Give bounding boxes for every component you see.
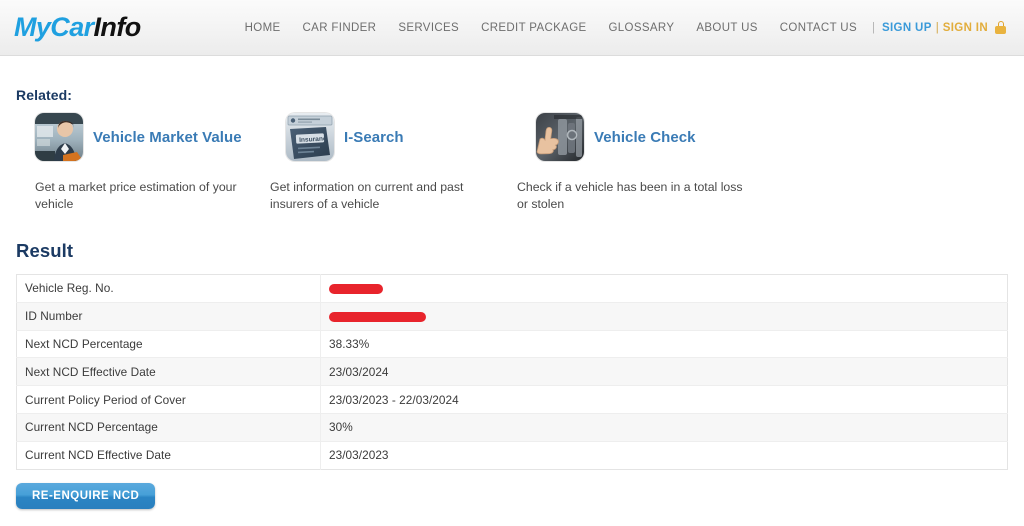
nav-home[interactable]: HOME (234, 18, 292, 38)
page-content: Related: Vehicle Market Value Get a mark… (0, 87, 1024, 509)
site-header: MyCarInfo HOME CAR FINDER SERVICES CREDI… (0, 0, 1024, 56)
thumbs-up-engine-icon[interactable] (536, 113, 584, 161)
row-value-current-ncd-effective-date: 23/03/2023 (320, 441, 1008, 470)
table-row: Vehicle Reg. No. (16, 274, 1008, 303)
nav-separator: | (871, 21, 875, 34)
table-row: Current NCD Percentage 30% (16, 413, 1008, 442)
row-value-id-number (320, 302, 1008, 331)
main-navigation: HOME CAR FINDER SERVICES CREDIT PACKAGE … (234, 18, 1012, 38)
re-enquire-ncd-button[interactable]: RE-ENQUIRE NCD (16, 482, 156, 509)
nav-car-finder[interactable]: CAR FINDER (292, 18, 388, 38)
row-label-vehicle-reg-no: Vehicle Reg. No. (16, 274, 321, 303)
row-label-current-ncd-percentage: Current NCD Percentage (16, 413, 321, 442)
site-logo[interactable]: MyCarInfo (14, 14, 141, 41)
row-label-current-policy-period: Current Policy Period of Cover (16, 385, 321, 414)
nav-contact-us[interactable]: CONTACT US (769, 18, 868, 38)
row-label-next-ncd-effective-date: Next NCD Effective Date (16, 357, 321, 387)
related-link-vehicle-check[interactable]: Vehicle Check (594, 129, 696, 146)
related-item-head: Vehicle Market Value (16, 113, 267, 161)
businessperson-photo-icon[interactable] (35, 113, 83, 161)
nav-credit-package[interactable]: CREDIT PACKAGE (470, 18, 597, 38)
table-row: Current Policy Period of Cover 23/03/202… (16, 385, 1008, 414)
insurance-document-icon[interactable]: Insuranc (286, 113, 334, 161)
result-heading: Result (16, 240, 74, 261)
table-row: Current NCD Effective Date 23/03/2023 (16, 441, 1008, 470)
result-table: Vehicle Reg. No. ID Number Next NCD Perc… (16, 274, 1008, 470)
related-item-vehicle-market-value[interactable]: Vehicle Market Value Get a market price … (16, 113, 267, 213)
nav-pipe: | (935, 21, 939, 34)
sign-in-link[interactable]: SIGN IN (943, 22, 988, 34)
nav-services[interactable]: SERVICES (387, 18, 470, 38)
related-item-vehicle-check[interactable]: Vehicle Check Check if a vehicle has bee… (517, 113, 777, 213)
row-label-id-number: ID Number (16, 302, 321, 331)
sign-up-link[interactable]: SIGN UP (882, 22, 932, 34)
result-table-body: Vehicle Reg. No. ID Number Next NCD Perc… (16, 274, 1008, 470)
redaction-bar (329, 283, 383, 294)
nav-about-us[interactable]: ABOUT US (685, 18, 768, 38)
related-link-i-search[interactable]: I-Search (344, 129, 404, 146)
svg-text:Insuranc: Insuranc (299, 136, 327, 144)
related-item-i-search[interactable]: Insuranc I-Search Get information on cur… (267, 113, 517, 213)
actions-row: RE-ENQUIRE NCD (16, 482, 1008, 509)
row-value-current-policy-period: 23/03/2023 - 22/03/2024 (320, 385, 1008, 414)
related-link-vehicle-market-value[interactable]: Vehicle Market Value (93, 129, 242, 146)
related-desc-vehicle-check: Check if a vehicle has been in a total l… (517, 180, 743, 211)
row-label-next-ncd-percentage: Next NCD Percentage (16, 330, 321, 359)
related-heading: Related: (16, 87, 73, 103)
row-value-next-ncd-percentage: 38.33% (320, 330, 1008, 359)
table-row: Next NCD Percentage 38.33% (16, 330, 1008, 359)
related-desc-vehicle-market-value: Get a market price estimation of your ve… (35, 180, 237, 211)
related-items-row: Vehicle Market Value Get a market price … (16, 113, 1008, 213)
related-desc-i-search: Get information on current and past insu… (270, 180, 464, 211)
redaction-bar (329, 311, 426, 322)
related-item-head: Insuranc I-Search (267, 113, 517, 161)
row-label-current-ncd-effective-date: Current NCD Effective Date (16, 441, 321, 470)
table-row: Next NCD Effective Date 23/03/2024 (16, 357, 1008, 387)
table-row: ID Number (16, 302, 1008, 331)
nav-glossary[interactable]: GLOSSARY (598, 18, 686, 38)
logo-text-dark: Info (93, 12, 142, 42)
row-value-next-ncd-effective-date: 23/03/2024 (320, 357, 1008, 387)
related-item-head: Vehicle Check (517, 113, 777, 161)
logo-text-blue: MyCar (14, 12, 94, 42)
row-value-current-ncd-percentage: 30% (320, 413, 1008, 442)
row-value-vehicle-reg-no (320, 274, 1008, 303)
lock-icon[interactable] (995, 21, 1006, 34)
